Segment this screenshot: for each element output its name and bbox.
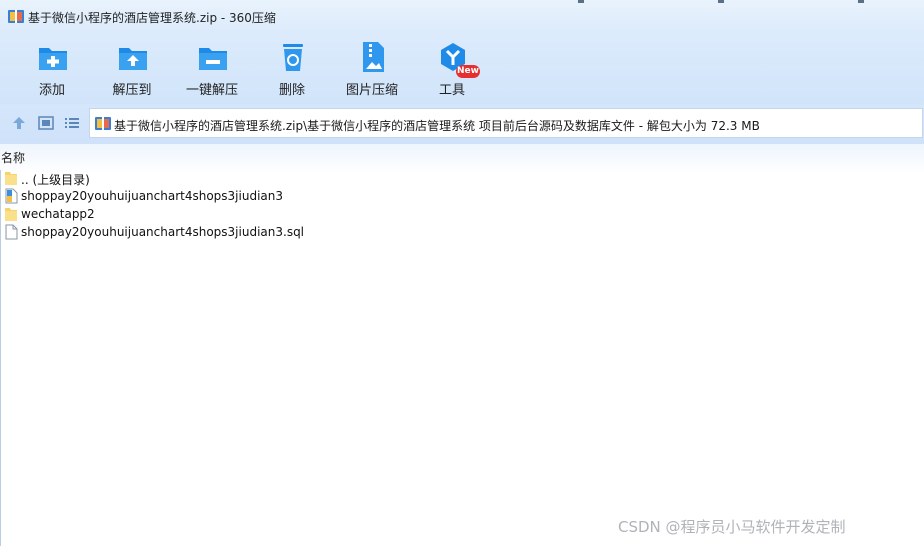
image-compress-icon	[363, 42, 384, 72]
zip-app-icon	[8, 10, 24, 23]
list-item-name: .. (上级目录)	[21, 173, 90, 187]
zip-file-icon	[95, 117, 111, 130]
image-compress-button[interactable]: 图片压缩	[336, 40, 408, 100]
watermark: CSDN @程序员小马软件开发定制	[618, 518, 846, 536]
column-header-name[interactable]: 名称	[1, 149, 25, 166]
tools-label: 工具	[438, 83, 465, 98]
new-badge: New	[456, 65, 480, 78]
address-bar: 基于微信小程序的酒店管理系统.zip\基于微信小程序的酒店管理系统 项目前后台源…	[0, 104, 924, 144]
folder-icon	[5, 208, 17, 221]
file-icon	[5, 188, 18, 204]
one-click-extract-button[interactable]: 一键解压	[176, 40, 248, 100]
list-item[interactable]: shoppay20youhuijuanchart4shops3jiudian3.…	[4, 224, 404, 242]
list-item[interactable]: .. (上级目录)	[4, 170, 404, 188]
list-item[interactable]: wechatapp2	[4, 206, 404, 224]
address-path-field[interactable]: 基于微信小程序的酒店管理系统.zip\基于微信小程序的酒店管理系统 项目前后台源…	[89, 108, 923, 138]
thumbnail-view-icon[interactable]	[38, 115, 54, 131]
extract-to-label: 解压到	[112, 83, 152, 98]
extract-to-button[interactable]: 解压到	[96, 40, 168, 100]
list-item[interactable]: shoppay20youhuijuanchart4shops3jiudian3	[4, 188, 404, 206]
list-left-border	[0, 170, 1, 546]
delete-label: 删除	[278, 83, 305, 98]
folder-icon	[5, 172, 17, 185]
list-item-name: shoppay20youhuijuanchart4shops3jiudian3	[21, 189, 284, 203]
window-control-mark	[578, 0, 584, 3]
add-button[interactable]: 添加	[16, 40, 88, 100]
extract-to-icon	[119, 48, 147, 70]
title-bar: 基于微信小程序的酒店管理系统.zip - 360压缩	[0, 0, 924, 34]
list-view-icon[interactable]	[64, 115, 80, 131]
list-item-name: wechatapp2	[21, 207, 95, 221]
one-click-extract-label: 一键解压	[185, 83, 238, 98]
list-item-name: shoppay20youhuijuanchart4shops3jiudian3.…	[21, 225, 305, 239]
add-file-icon	[39, 48, 67, 70]
address-path-text: 基于微信小程序的酒店管理系统.zip\基于微信小程序的酒店管理系统 项目前后台源…	[114, 119, 760, 133]
toolbar: 添加 解压到 一键解压 删除 图片压缩 工具 New	[0, 34, 924, 104]
image-compress-label: 图片压缩	[345, 83, 398, 98]
up-arrow-icon[interactable]	[11, 115, 27, 131]
delete-button[interactable]: 删除	[256, 40, 328, 100]
add-label: 添加	[38, 83, 65, 98]
window-control-mark	[858, 0, 864, 3]
one-click-extract-icon	[199, 48, 227, 70]
file-icon	[5, 224, 18, 240]
trash-icon	[283, 44, 303, 71]
window-control-mark	[718, 0, 724, 3]
window-title: 基于微信小程序的酒店管理系统.zip - 360压缩	[28, 11, 276, 25]
